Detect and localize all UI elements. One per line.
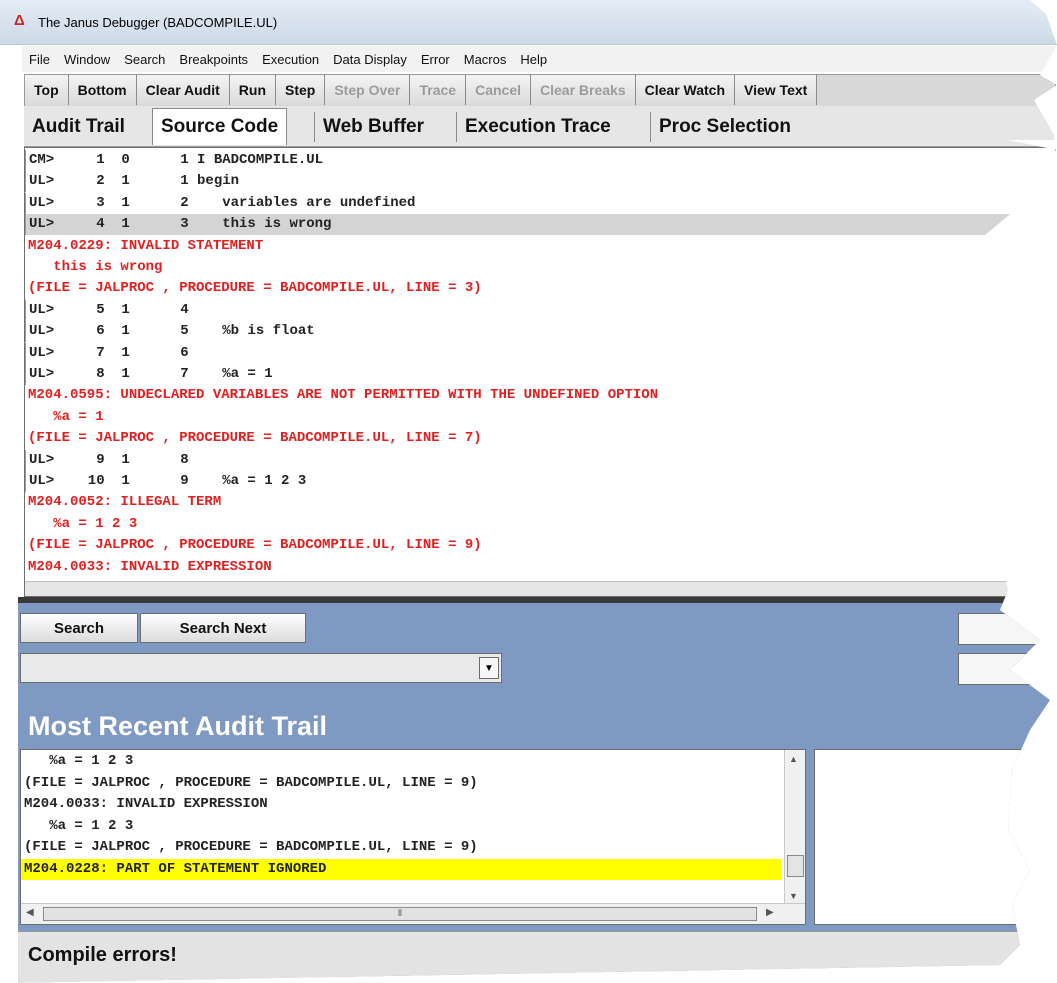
scroll-up-icon[interactable]: ▲: [789, 754, 798, 764]
scroll-left-icon[interactable]: ◀: [26, 907, 34, 918]
error-line[interactable]: M204.0595: UNDECLARED VARIABLES ARE NOT …: [25, 385, 1055, 406]
menu-error[interactable]: Error: [414, 52, 457, 67]
clear-watch-button[interactable]: Clear Watch: [635, 75, 736, 105]
source-code-pane[interactable]: CM> 1 0 1 I BADCOMPILE.UL UL> 2 1 1 begin…: [24, 147, 1056, 597]
menu-search[interactable]: Search: [117, 52, 172, 67]
error-line[interactable]: %a = 1: [25, 407, 1055, 428]
tab-execution-trace[interactable]: Execution Trace: [456, 112, 619, 142]
janus-debugger-icon: Δ: [14, 12, 25, 29]
dropdown-arrow-icon[interactable]: ▼: [479, 657, 499, 679]
top-button[interactable]: Top: [25, 75, 69, 105]
scroll-right-icon[interactable]: ▶: [766, 907, 774, 918]
debugger-window: Δ The Janus Debugger (BADCOMPILE.UL) Fil…: [0, 0, 1057, 983]
cancel-button[interactable]: Cancel: [466, 75, 531, 105]
source-line[interactable]: CM> 1 0 1 I BADCOMPILE.UL: [25, 150, 1055, 171]
clear-audit-button[interactable]: Clear Audit: [136, 75, 230, 105]
audit-line[interactable]: (FILE = JALPROC , PROCEDURE = BADCOMPILE…: [21, 837, 781, 858]
tab-web-buffer[interactable]: Web Buffer: [314, 112, 432, 142]
source-line[interactable]: UL> 2 1 1 begin: [25, 171, 1055, 193]
trace-button[interactable]: Trace: [410, 75, 467, 105]
menu-bar: File Window Search Breakpoints Execution…: [22, 46, 1057, 72]
error-line[interactable]: M204.0052: ILLEGAL TERM: [25, 492, 1055, 513]
source-line[interactable]: UL> 3 1 2 variables are undefined: [25, 192, 1055, 214]
horizontal-scrollbar[interactable]: ◀ ⦀ ▶: [21, 903, 805, 924]
tab-proc-selection[interactable]: Proc Selection: [650, 112, 799, 142]
audit-line[interactable]: %a = 1 2 3: [21, 751, 781, 772]
bottom-button[interactable]: Bottom: [68, 75, 137, 105]
scroll-thumb[interactable]: [787, 855, 804, 877]
audit-trail-pane[interactable]: ▲ ▼ ◀ ⦀ ▶ %a = 1 2 3 (FILE = JALPROC , PR…: [20, 749, 806, 925]
tab-source-code[interactable]: Source Code: [152, 108, 288, 145]
menu-help[interactable]: Help: [513, 52, 554, 67]
audit-line[interactable]: M204.0228: PART OF STATEMENT IGNORED: [21, 859, 781, 880]
clear-breaks-button[interactable]: Clear Breaks: [531, 75, 636, 105]
step-over-button[interactable]: Step Over: [325, 75, 411, 105]
toolbar: Top Bottom Clear Audit Run Step Step Ove…: [24, 74, 1056, 108]
menu-window[interactable]: Window: [57, 52, 117, 67]
search-button[interactable]: Search: [20, 613, 138, 643]
step-button[interactable]: Step: [276, 75, 326, 105]
menu-execution[interactable]: Execution: [255, 52, 326, 67]
source-line[interactable]: UL> 4 1 3 this is wrong: [25, 214, 1055, 236]
view-text-button[interactable]: View Text: [735, 75, 818, 105]
search-next-button[interactable]: Search Next: [140, 613, 306, 643]
run-button[interactable]: Run: [229, 75, 276, 105]
error-line[interactable]: (FILE = JALPROC , PROCEDURE = BADCOMPILE…: [25, 428, 1055, 449]
source-line[interactable]: UL> 9 1 8: [25, 449, 1055, 471]
window-title: The Janus Debugger (BADCOMPILE.UL): [38, 15, 278, 30]
source-line[interactable]: UL> 5 1 4: [25, 299, 1055, 321]
lower-panel: Search Search Next ▼ Most Recent Audit T…: [18, 603, 1057, 983]
menu-breakpoints[interactable]: Breakpoints: [172, 52, 255, 67]
vertical-scrollbar[interactable]: ▲ ▼: [784, 750, 805, 904]
title-bar: Δ The Janus Debugger (BADCOMPILE.UL): [0, 0, 1057, 45]
search-combo-box[interactable]: ▼: [20, 653, 502, 683]
horizontal-scroll-thumb[interactable]: ⦀: [43, 907, 757, 921]
audit-heading: Most Recent Audit Trail: [28, 711, 328, 741]
menu-macros[interactable]: Macros: [457, 52, 514, 67]
error-line[interactable]: M204.0229: INVALID STATEMENT: [25, 236, 1055, 257]
error-line[interactable]: (FILE = JALPROC , PROCEDURE = BADCOMPILE…: [25, 278, 1055, 299]
source-line[interactable]: UL> 10 1 9 %a = 1 2 3: [25, 471, 1055, 492]
audit-line[interactable]: (FILE = JALPROC , PROCEDURE = BADCOMPILE…: [21, 773, 781, 794]
status-bar: Compile errors!: [18, 931, 1057, 983]
scroll-down-icon[interactable]: ▼: [789, 891, 798, 901]
error-line[interactable]: %a = 1 2 3: [25, 514, 1055, 535]
source-pane-footer: [25, 581, 1055, 596]
tab-audit-trail[interactable]: Audit Trail: [24, 112, 133, 142]
menu-file[interactable]: File: [22, 52, 57, 67]
audit-line[interactable]: %a = 1 2 3: [21, 816, 781, 837]
right-input-2[interactable]: [958, 653, 1057, 685]
source-line[interactable]: UL> 7 1 6: [25, 342, 1055, 364]
right-input-1[interactable]: [958, 613, 1057, 645]
watch-pane[interactable]: [814, 749, 1057, 925]
source-line[interactable]: UL> 6 1 5 %b is float: [25, 321, 1055, 343]
error-line[interactable]: M204.0033: INVALID EXPRESSION: [25, 557, 1055, 578]
error-line[interactable]: (FILE = JALPROC , PROCEDURE = BADCOMPILE…: [25, 535, 1055, 556]
source-line[interactable]: UL> 8 1 7 %a = 1: [25, 364, 1055, 385]
status-text: Compile errors!: [28, 944, 177, 966]
tab-strip: Audit Trail Source Code Web Buffer Execu…: [24, 106, 1054, 147]
error-line[interactable]: this is wrong: [25, 257, 1055, 278]
menu-data-display[interactable]: Data Display: [326, 52, 414, 67]
audit-line[interactable]: M204.0033: INVALID EXPRESSION: [21, 794, 781, 815]
